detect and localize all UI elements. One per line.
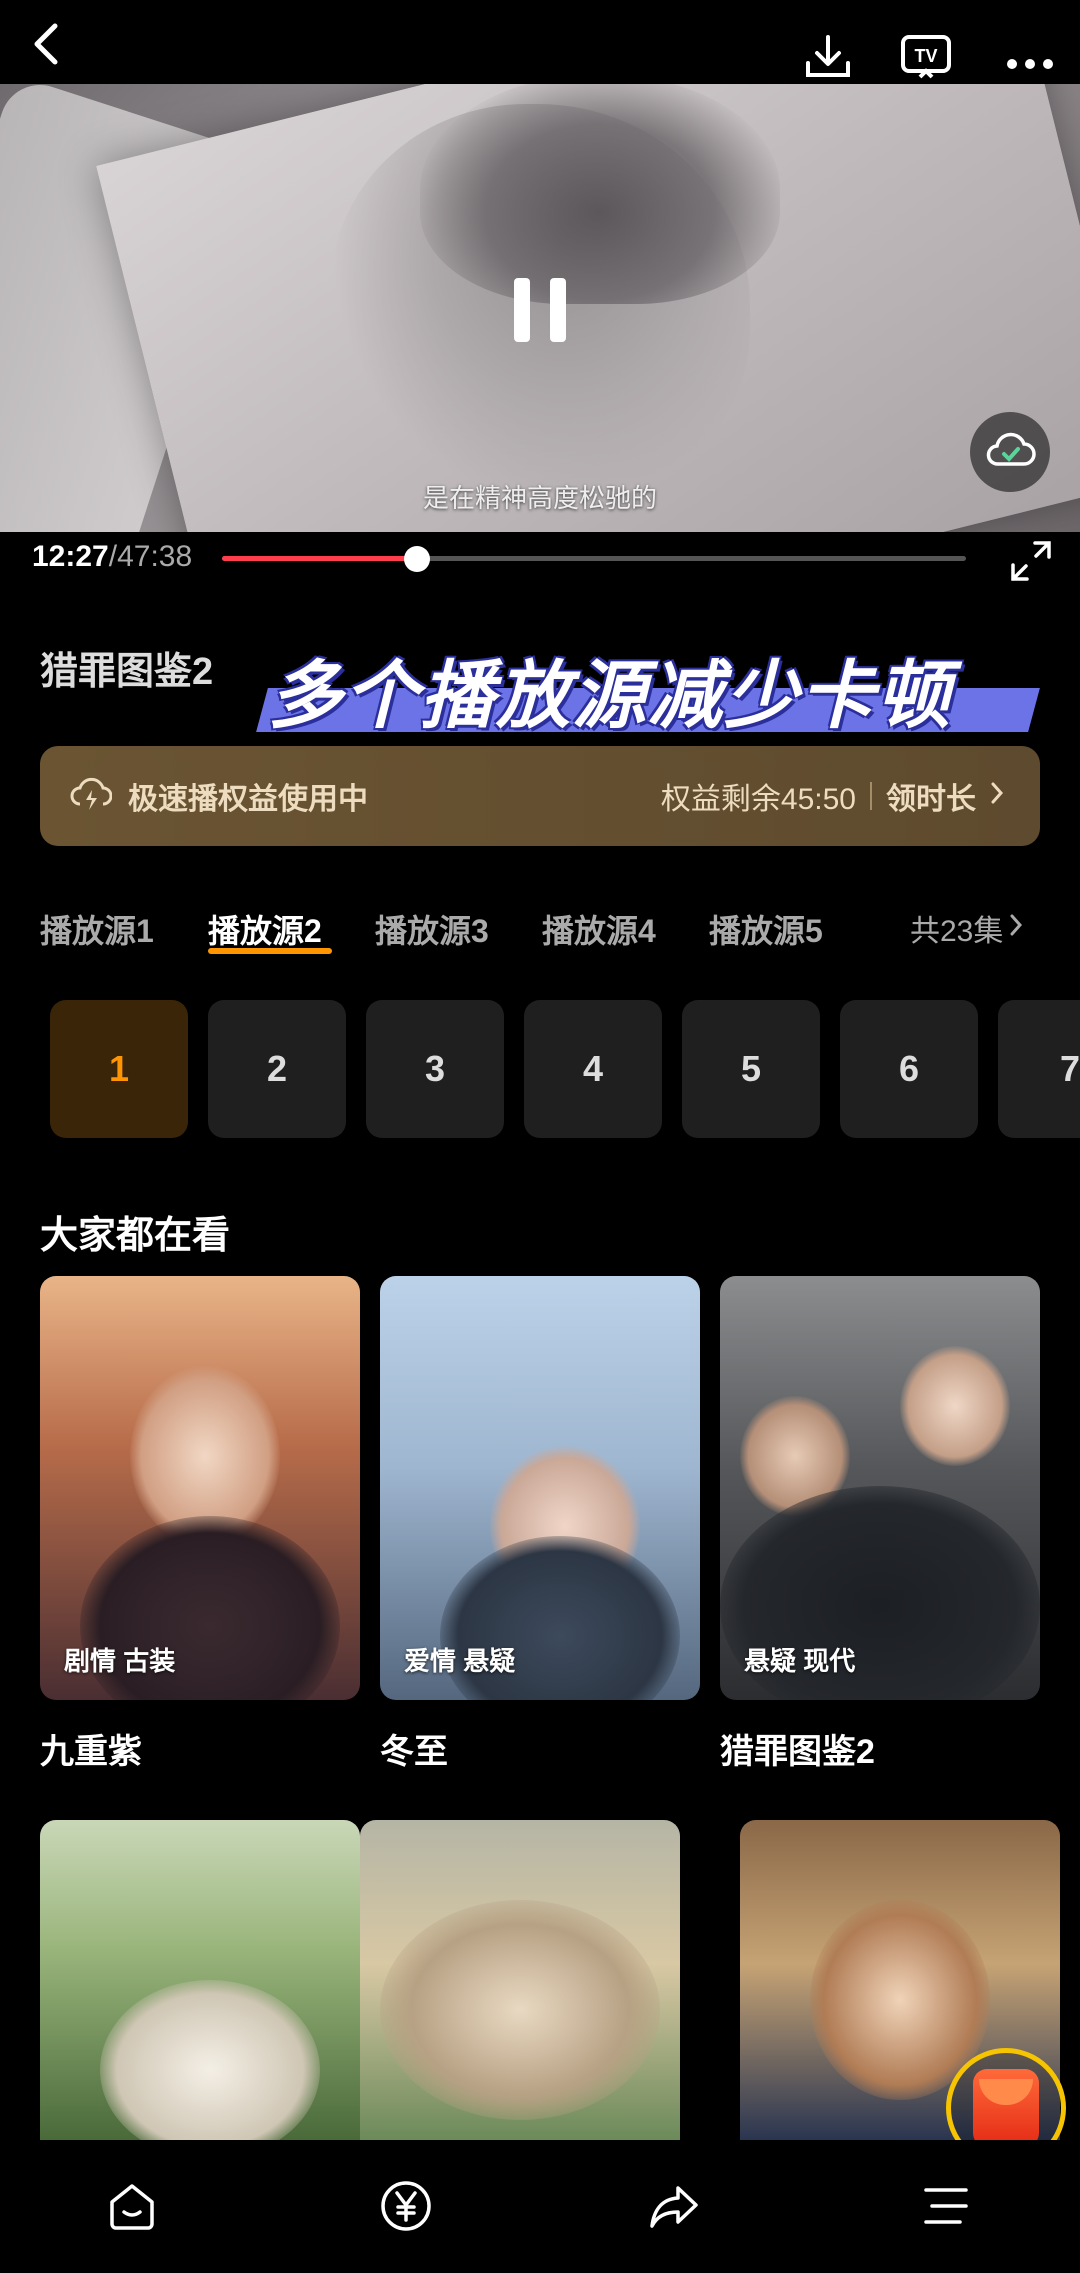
poster-card[interactable]: 剧情 古装 [40,1276,360,1700]
poster-title[interactable]: 九重紫 [40,1724,142,1773]
progress-played [222,556,417,561]
poster-card[interactable] [360,1820,680,2140]
poster-tag: 爱情 悬疑 [404,1646,516,1676]
poster-tag: 悬疑 现代 [744,1646,856,1676]
show-title: 猎罪图鉴2 [40,651,214,693]
tab-source-4[interactable]: 播放源4 [542,906,656,952]
red-envelope-icon [973,2069,1039,2147]
episode-total[interactable]: 共23集 [910,906,1023,950]
poster-tag: 剧情 古装 [64,1646,176,1676]
tab-source-3[interactable]: 播放源3 [375,906,489,952]
progress-knob[interactable] [404,546,430,572]
tv-cast-icon[interactable]: TV [896,28,956,84]
tab-source-2[interactable]: 播放源2 [208,906,322,952]
tab-source-5[interactable]: 播放源5 [709,906,823,952]
claim-time-link[interactable]: 领时长 [886,774,976,818]
more-icon[interactable] [1000,44,1060,84]
perk-actions: 权益剩余45:50 领时长 [661,774,1004,818]
fullscreen-icon[interactable] [1006,536,1056,586]
pause-icon[interactable] [514,278,566,342]
cloud-speed-icon[interactable] [970,412,1050,492]
episode-total-label: 共23集 [910,915,1004,948]
video-subtitle: 是在精神高度松驰的 [422,483,657,513]
yuan-icon[interactable] [378,2178,438,2238]
home-icon[interactable] [104,2178,164,2238]
duration: /47:38 [108,540,193,573]
current-time: 12:27 [32,540,109,573]
share-icon[interactable] [646,2178,706,2238]
speed-perk-bar[interactable]: 极速播权益使用中 权益剩余45:50 领时长 [40,746,1040,846]
menu-icon[interactable] [918,2178,978,2238]
download-icon[interactable] [800,28,856,84]
video-frame-sketch-hair [420,84,780,304]
back-icon[interactable] [22,20,70,68]
promo-banner: 多个播放源减少卡顿 [268,654,952,737]
poster-card[interactable]: 爱情 悬疑 [380,1276,700,1700]
episode-chip[interactable]: 7 [998,1000,1080,1138]
episode-chip[interactable]: 1 [50,1000,188,1138]
lightning-cloud-icon [70,774,113,819]
perk-label: 极速播权益使用中 [128,783,368,816]
poster-card[interactable]: 悬疑 现代 [720,1276,1040,1700]
tab-source-1[interactable]: 播放源1 [40,906,154,952]
perk-divider [870,782,872,810]
episode-chip[interactable]: 6 [840,1000,978,1138]
episode-chip[interactable]: 5 [682,1000,820,1138]
poster-title[interactable]: 猎罪图鉴2 [720,1724,875,1773]
svg-text:TV: TV [914,46,937,66]
active-tab-indicator [208,948,332,954]
episode-chip[interactable]: 3 [366,1000,504,1138]
episode-chip[interactable]: 4 [524,1000,662,1138]
episode-chip[interactable]: 2 [208,1000,346,1138]
perk-remaining: 权益剩余45:50 [660,783,856,816]
section-title: 大家都在看 [40,1215,231,1257]
chevron-right-icon [1009,911,1023,945]
chevron-right-icon[interactable] [990,779,1004,813]
poster-title[interactable]: 冬至 [380,1724,448,1773]
episode-chip-label: 7 [1060,1048,1080,1089]
poster-card[interactable] [40,1820,360,2140]
playback-time: 12:27/47:38 [32,540,192,574]
top-bar: TV [0,0,1080,84]
